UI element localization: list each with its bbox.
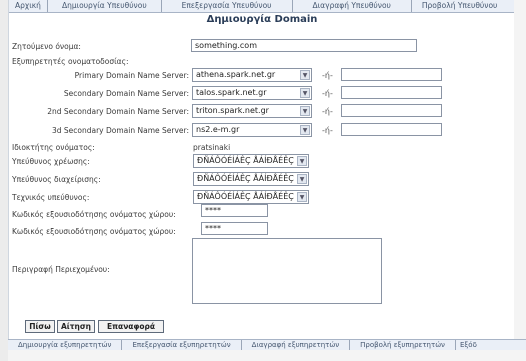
primary-ns-select[interactable]: athena.spark.net.gr ▼ <box>192 68 312 82</box>
auth-code-confirm-input[interactable]: **** <box>201 222 268 235</box>
owner-value: pratsinaki <box>193 143 231 152</box>
admin-contact-select[interactable]: ÐÑÁÔÓÉÍÁÊÇ ÅÁÍÐÅÉÊÇ ▼ <box>193 172 309 186</box>
owner-label: Ιδιοκτήτης ονόματος: <box>12 143 95 152</box>
top-nav: Αρχική Δημιουργία Υπευθύνου Επεξεργασία … <box>9 0 515 13</box>
primary-ns-value: athena.spark.net.gr <box>196 70 276 79</box>
bottom-nav: Δημιουργία εξυπηρετητών Επεξεργασία εξυπ… <box>8 339 526 350</box>
nav-item-delete-server[interactable]: Διαγραφή εξυπηρετητών <box>242 340 351 350</box>
or-separator: -ή- <box>322 107 333 116</box>
chevron-down-icon: ▼ <box>300 106 310 116</box>
nav-item-edit-contact[interactable]: Επεξεργασία Υπευθύνου <box>162 0 293 12</box>
secondary-ns-label: Secondary Domain Name Server: <box>63 89 189 98</box>
description-textarea[interactable] <box>192 238 382 304</box>
billing-contact-select[interactable]: ÐÑÁÔÓÉÍÁÊÇ ÅÁÍÐÅÉÊÇ ▼ <box>193 154 309 168</box>
nav-item-exit[interactable]: Εξόδ <box>456 340 526 350</box>
tech-contact-value: ÐÑÁÔÓÉÍÁÊÇ ÅÁÍÐÅÉÊÇ <box>197 192 294 201</box>
billing-contact-label: Υπεύθυνος χρέωσης: <box>12 157 90 166</box>
admin-contact-value: ÐÑÁÔÓÉÍÁÊÇ ÅÁÍÐÅÉÊÇ <box>197 174 294 183</box>
second-secondary-ns-label: 2nd Secondary Domain Name Server: <box>47 107 189 116</box>
description-label: Περιγραφή Περιεχομένου: <box>12 265 110 274</box>
admin-contact-label: Υπεύθυνος διαχείρισης: <box>12 175 101 184</box>
third-secondary-ns-label: 3d Secondary Domain Name Server: <box>51 126 189 135</box>
primary-ns-label: Primary Domain Name Server: <box>74 71 189 80</box>
chevron-down-icon: ▼ <box>300 70 310 80</box>
second-secondary-ns-select[interactable]: triton.spark.net.gr ▼ <box>192 104 312 118</box>
left-margin <box>0 0 8 361</box>
nav-item-create-server[interactable]: Δημιουργία εξυπηρετητών <box>8 340 123 350</box>
or-separator: -ή- <box>322 71 333 80</box>
page-title: Δημιουργία Domain <box>206 14 318 25</box>
chevron-down-icon: ▼ <box>300 88 310 98</box>
or-separator: -ή- <box>322 126 333 135</box>
reset-button[interactable]: Επαναφορά <box>98 320 164 333</box>
third-secondary-ns-custom-input[interactable] <box>341 123 442 136</box>
nav-item-view-contact[interactable]: Προβολή Υπευθύνου <box>412 0 515 12</box>
nav-item-delete-contact[interactable]: Διαγραφή Υπευθύνου <box>293 0 412 12</box>
app-window: Αρχική Δημιουργία Υπευθύνου Επεξεργασία … <box>0 0 526 361</box>
primary-ns-custom-input[interactable] <box>341 68 442 81</box>
auth-code-label: Κωδικός εξουσιοδότησης ονόματος χώρου: <box>12 210 176 219</box>
second-secondary-ns-value: triton.spark.net.gr <box>196 106 269 115</box>
secondary-ns-custom-input[interactable] <box>341 86 442 99</box>
billing-contact-value: ÐÑÁÔÓÉÍÁÊÇ ÅÁÍÐÅÉÊÇ <box>197 156 294 165</box>
requested-name-label: Ζητούμενο όνομα: <box>12 42 81 51</box>
auth-code-input[interactable]: **** <box>201 204 268 217</box>
right-margin <box>514 0 526 348</box>
nav-item-home[interactable]: Αρχική <box>9 0 48 12</box>
third-secondary-ns-select[interactable]: ns2.e-m.gr ▼ <box>192 123 312 137</box>
or-separator: -ή- <box>322 89 333 98</box>
chevron-down-icon: ▼ <box>297 174 307 184</box>
chevron-down-icon: ▼ <box>297 192 307 202</box>
auth-code-confirm-label: Κωδικός εξουσιοδότησης ονόματος χώρου: <box>12 227 176 236</box>
back-button[interactable]: Πίσω <box>25 320 55 333</box>
nav-item-create-contact[interactable]: Δημιουργία Υπευθύνου <box>48 0 162 12</box>
second-secondary-ns-custom-input[interactable] <box>341 104 442 117</box>
servers-heading: Εξυπηρετητές ονοματοδοσίας: <box>12 57 129 66</box>
main-panel: Αρχική Δημιουργία Υπευθύνου Επεξεργασία … <box>8 0 516 348</box>
tech-contact-label: Τεχνικός υπεύθυνος: <box>12 193 90 202</box>
nav-item-edit-server[interactable]: Επεξεργασία εξυπηρετητών <box>122 340 242 350</box>
secondary-ns-value: talos.spark.net.gr <box>196 88 267 97</box>
tech-contact-select[interactable]: ÐÑÁÔÓÉÍÁÊÇ ÅÁÍÐÅÉÊÇ ▼ <box>193 190 309 204</box>
chevron-down-icon: ▼ <box>297 156 307 166</box>
requested-name-input[interactable]: something.com <box>191 39 417 52</box>
secondary-ns-select[interactable]: talos.spark.net.gr ▼ <box>192 86 312 100</box>
nav-item-view-server[interactable]: Προβολή εξυπηρετητών <box>350 340 456 350</box>
third-secondary-ns-value: ns2.e-m.gr <box>196 125 240 134</box>
submit-request-button[interactable]: Αίτηση <box>57 320 95 333</box>
chevron-down-icon: ▼ <box>300 125 310 135</box>
